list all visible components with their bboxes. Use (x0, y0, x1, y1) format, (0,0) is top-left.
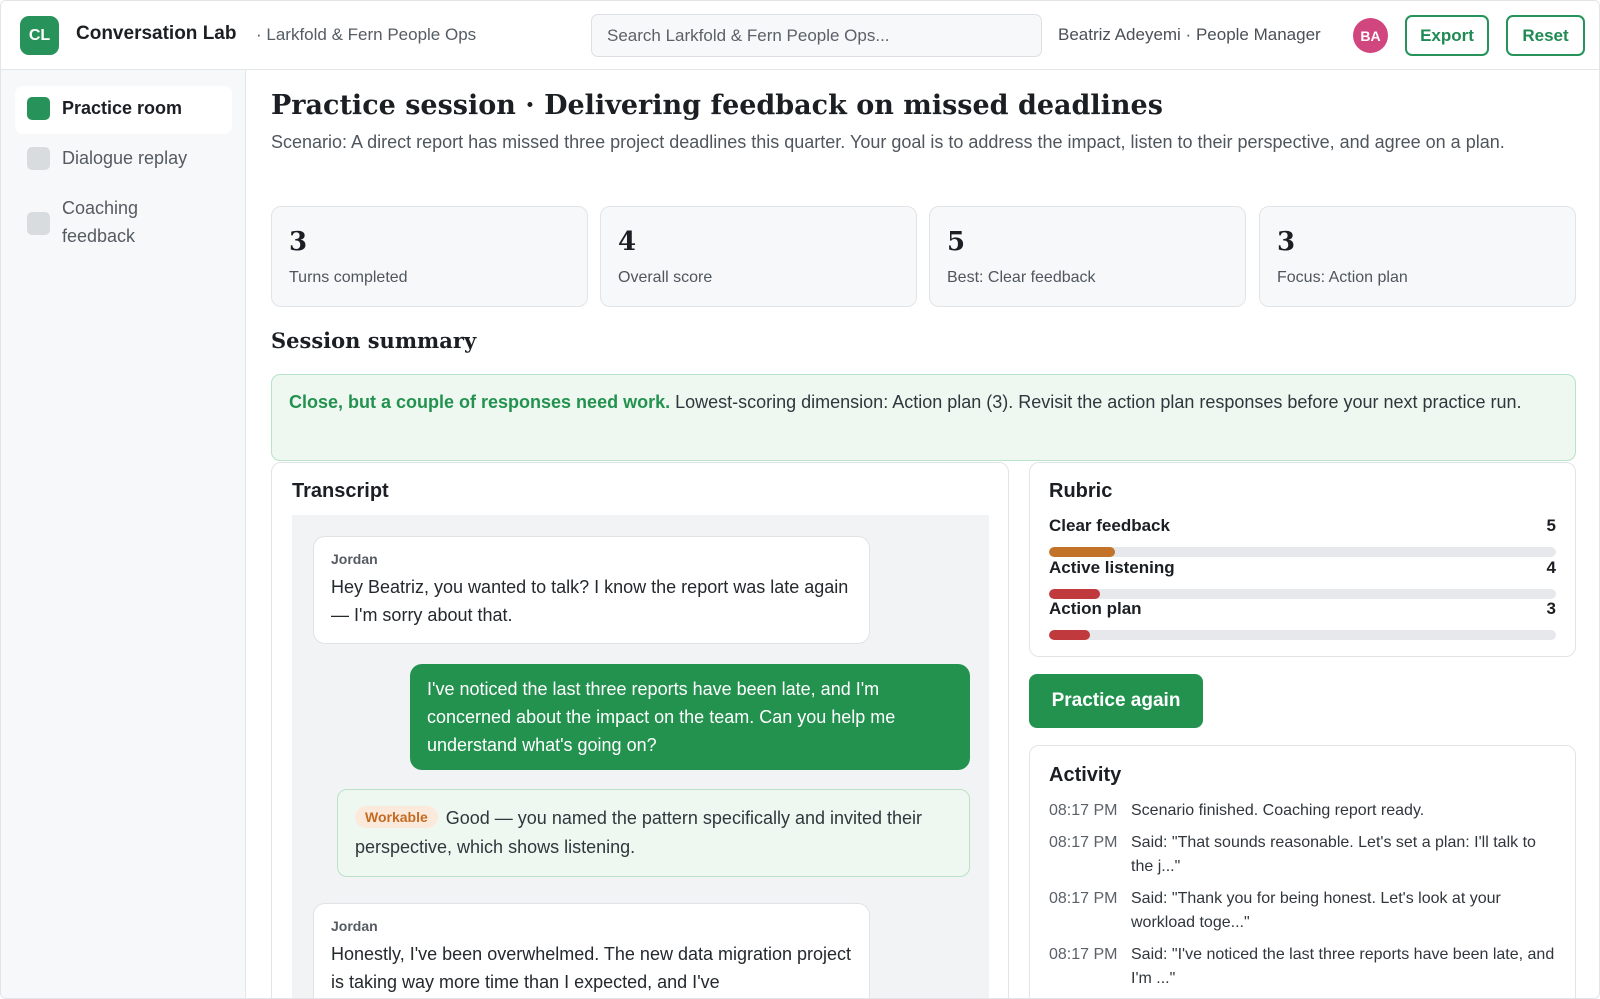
message-incoming: Jordan Honestly, I've been overwhelmed. … (313, 903, 870, 998)
rubric-bar (1049, 547, 1556, 557)
activity-panel: Activity 08:17 PM Scenario finished. Coa… (1029, 745, 1576, 998)
avatar[interactable]: BA (1353, 18, 1388, 53)
stat-label: Focus: Action plan (1277, 269, 1408, 286)
app-window: CL Conversation Lab · Larkfold & Fern Pe… (0, 0, 1600, 999)
coaching-note: Workable Good — you named the pattern spe… (337, 789, 970, 877)
rubric-panel: Rubric Clear feedback 5 Active listening… (1029, 462, 1576, 657)
rubric-score: 5 (1546, 516, 1556, 535)
activity-item: 08:17 PM Said: "That sounds reasonable. … (1049, 831, 1559, 879)
section-title: Session summary (271, 328, 477, 353)
rating-badge: Workable (355, 806, 438, 828)
stat-value: 3 (289, 227, 308, 257)
message-text: Hey Beatriz, you wanted to talk? I know … (331, 577, 849, 625)
message-outgoing: I've noticed the last three reports have… (410, 664, 970, 770)
stat-card-best: 5 Best: Clear feedback (929, 206, 1246, 307)
sidebar-item-label: Practice room (62, 98, 183, 118)
activity-time: 08:17 PM (1049, 802, 1118, 819)
rubric-score: 3 (1546, 599, 1556, 618)
activity-text: Said: "Thank you for being honest. Let's… (1131, 890, 1501, 931)
nav-dot-icon (27, 97, 50, 120)
stat-label: Best: Clear feedback (947, 269, 1096, 286)
stat-value: 3 (1277, 227, 1296, 257)
message-incoming: Jordan Hey Beatriz, you wanted to talk? … (313, 536, 870, 644)
rubric-bar (1049, 589, 1556, 599)
stat-label: Turns completed (289, 269, 408, 286)
sidebar-item-label: Coaching feedback (62, 198, 139, 246)
stat-card-focus: 3 Focus: Action plan (1259, 206, 1576, 307)
rubric-bar-fill (1049, 630, 1090, 640)
chat-area[interactable]: Jordan Hey Beatriz, you wanted to talk? … (292, 515, 989, 998)
app-name: Conversation Lab (76, 23, 237, 44)
panel-title: Rubric (1049, 480, 1113, 502)
activity-time: 08:17 PM (1049, 834, 1118, 851)
sidebar: Practice room Dialogue replay Coaching f… (1, 70, 246, 998)
practice-again-button[interactable]: Practice again (1029, 674, 1203, 728)
page-title: Practice session · Delivering feedback o… (271, 90, 1163, 121)
activity-item: 08:17 PM Scenario finished. Coaching rep… (1049, 799, 1559, 823)
sidebar-item-practice-room[interactable]: Practice room (15, 86, 232, 134)
sidebar-item-label: Dialogue replay (62, 148, 188, 168)
rubric-name: Clear feedback (1049, 516, 1170, 535)
panel-title: Transcript (292, 480, 389, 502)
top-bar: CL Conversation Lab · Larkfold & Fern Pe… (1, 1, 1599, 70)
stat-value: 5 (947, 227, 966, 257)
panel-title: Activity (1049, 764, 1122, 786)
activity-item: 08:17 PM Said: "Thank you for being hone… (1049, 887, 1559, 935)
rubric-bar-fill (1049, 589, 1100, 599)
org-name: · Larkfold & Fern People Ops (256, 25, 477, 44)
activity-time: 08:17 PM (1049, 946, 1118, 963)
stat-card-overall-score: 4 Overall score (600, 206, 917, 307)
nav-dot-icon (27, 212, 50, 235)
sidebar-item-coaching-feedback[interactable]: Coaching feedback (15, 186, 232, 264)
rubric-bar (1049, 630, 1556, 640)
stat-card-turns: 3 Turns completed (271, 206, 588, 307)
scenario-description: Scenario: A direct report has missed thr… (271, 132, 1505, 152)
transcript-panel: Transcript Jordan Hey Beatriz, you wante… (271, 462, 1009, 998)
message-sender: Jordan (331, 551, 378, 567)
rubric-name: Action plan (1049, 599, 1142, 618)
reset-button[interactable]: Reset (1506, 15, 1585, 56)
stats-row: 3 Turns completed 4 Overall score 5 Best… (271, 206, 1576, 307)
sidebar-item-dialogue-replay[interactable]: Dialogue replay (15, 136, 232, 184)
activity-item: 08:17 PM Said: "I've noticed the last th… (1049, 943, 1559, 991)
activity-text: Said: "That sounds reasonable. Let's set… (1131, 834, 1536, 875)
stat-label: Overall score (618, 269, 713, 286)
message-text: Honestly, I've been overwhelmed. The new… (331, 944, 852, 992)
coaching-text: Good — you named the pattern specificall… (355, 808, 923, 857)
rubric-score: 4 (1546, 558, 1556, 577)
app-logo: CL (20, 16, 59, 55)
activity-text: Scenario finished. Coaching report ready… (1131, 802, 1425, 819)
rubric-name: Active listening (1049, 558, 1175, 577)
stat-value: 4 (618, 227, 637, 257)
user-label: Beatriz Adeyemi · People Manager (1058, 25, 1321, 44)
rubric-bar-fill (1049, 547, 1115, 557)
summary-text: Lowest-scoring dimension: Action plan (3… (670, 392, 1522, 412)
activity-text: Said: "I've noticed the last three repor… (1131, 946, 1555, 987)
activity-time: 08:17 PM (1049, 890, 1118, 907)
summary-headline: Close, but a couple of responses need wo… (289, 392, 671, 412)
message-sender: Jordan (331, 918, 378, 934)
search-input[interactable] (591, 14, 1042, 57)
export-button[interactable]: Export (1405, 15, 1489, 56)
nav-dot-icon (27, 147, 50, 170)
summary-banner: Close, but a couple of responses need wo… (271, 374, 1576, 461)
